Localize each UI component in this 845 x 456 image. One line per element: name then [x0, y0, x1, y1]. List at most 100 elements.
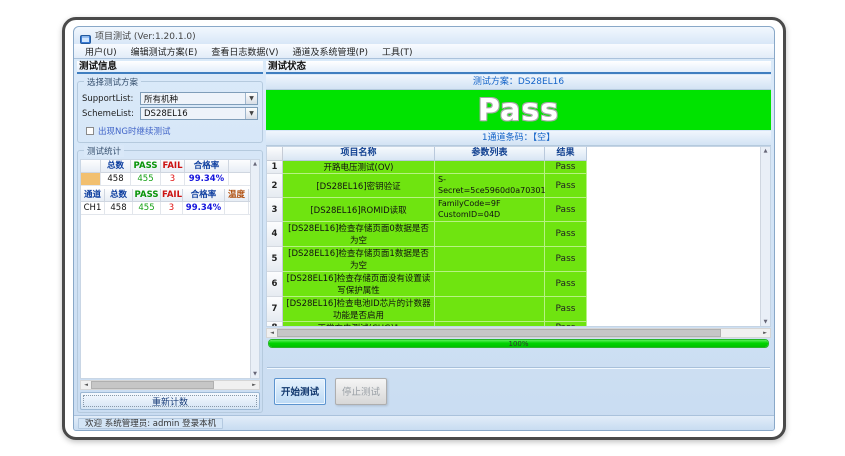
summary-pass: 455 — [131, 173, 161, 186]
test-info-panel: 测试信息 选择测试方案 SupportList: 所有机种 ▼ SchemeLi… — [77, 61, 263, 413]
schemelist-row: SchemeList: DS28EL16 ▼ — [82, 107, 258, 120]
stop-test-button: 停止测试 — [335, 378, 387, 405]
summary-rate: 99.34% — [185, 173, 229, 186]
item-name: [DS28EL16]检查电池ID芯片的计数器功能是否启用 — [283, 297, 435, 322]
channel-name: CH1 — [81, 202, 105, 215]
stats-hscroll-thumb[interactable] — [91, 381, 214, 389]
test-info-header: 测试信息 — [77, 61, 263, 74]
channel-total: 458 — [105, 202, 133, 215]
scroll-right-icon[interactable]: ► — [249, 382, 259, 388]
test-stats-group: 测试统计 总数 PASS FAIL 合格率 — [77, 150, 263, 413]
summary-total: 458 — [101, 173, 131, 186]
app-icon — [80, 30, 91, 41]
stats-hscroll-track[interactable] — [91, 381, 249, 389]
status-bar: 欢迎 系统管理员: admin 登录本机 — [74, 415, 774, 430]
item-result: Pass — [545, 272, 587, 297]
results-hscroll-thumb[interactable] — [277, 329, 721, 337]
stats-group-title: 测试统计 — [84, 145, 124, 157]
menu-view-logs[interactable]: 查看日志数据(V) — [204, 45, 285, 58]
table-row[interactable]: 8 正常充电测试(CHG)1 Pass — [267, 322, 760, 327]
summary-header-total: 总数 — [101, 160, 131, 173]
schemelist-dropdown[interactable]: DS28EL16 ▼ — [140, 107, 258, 120]
results-hscroll-track[interactable] — [277, 329, 760, 337]
results-header-params: 参数列表 — [435, 147, 545, 161]
results-horizontal-scrollbar[interactable]: ◄ ► — [266, 328, 771, 338]
progress-bar: 100% — [268, 339, 769, 348]
results-vertical-scrollbar[interactable]: ▲ ▼ — [760, 147, 770, 326]
table-row[interactable]: 2 [DS28EL16]密钥验证 S-Secret=5ce5960d0a7030… — [267, 174, 760, 198]
menu-channel-system[interactable]: 通道及系统管理(P) — [286, 45, 375, 58]
supportlist-dropdown[interactable]: 所有机种 ▼ — [140, 92, 258, 105]
item-name: [DS28EL16]检查存储页面没有设置读写保护属性 — [283, 272, 435, 297]
item-result: Pass — [545, 247, 587, 272]
results-table-area: 项目名称 参数列表 结果 1 开路电压测试(OV) Pass 2 [ — [266, 146, 771, 327]
schemelist-value: DS28EL16 — [141, 109, 245, 119]
channel-header-pass: PASS — [133, 189, 161, 202]
item-result: Pass — [545, 161, 587, 174]
row-number: 7 — [267, 297, 283, 322]
menu-edit-scheme[interactable]: 编辑测试方案(E) — [124, 45, 205, 58]
channel-temp — [225, 202, 249, 215]
channel-header-row: 通道 总数 PASS FAIL 合格率 温度 上次 — [81, 189, 259, 202]
test-status-header: 测试状态 — [266, 61, 771, 74]
scroll-left-icon[interactable]: ◄ — [267, 330, 277, 336]
results-header-name: 项目名称 — [283, 147, 435, 161]
screenshot-stage: 项目测试 (Ver:1.20.1.0) 用户(U) 编辑测试方案(E) 查看日志… — [0, 0, 845, 456]
menu-user[interactable]: 用户(U) — [78, 45, 124, 58]
item-result: Pass — [545, 174, 587, 198]
app-window: 项目测试 (Ver:1.20.1.0) 用户(U) 编辑测试方案(E) 查看日志… — [73, 26, 775, 431]
scroll-right-icon[interactable]: ► — [760, 330, 770, 336]
supportlist-row: SupportList: 所有机种 ▼ — [82, 92, 258, 105]
item-params: S-Secret=5ce5960d0a70301bb977 — [435, 174, 545, 198]
continue-on-ng-checkbox[interactable] — [86, 127, 94, 135]
summary-header-pass: PASS — [131, 160, 161, 173]
table-row[interactable]: 4 [DS28EL16]检查存储页面0数据是否为空 Pass — [267, 222, 760, 247]
stats-vertical-scrollbar[interactable]: ▲ ▼ — [250, 160, 259, 378]
table-row[interactable]: 5 [DS28EL16]检查存储页面1数据是否为空 Pass — [267, 247, 760, 272]
action-button-row: 开始测试 停止测试 — [266, 369, 771, 413]
summary-header-fail: FAIL — [161, 160, 185, 173]
schemelist-label: SchemeList: — [82, 109, 140, 119]
channel-data-row[interactable]: CH1 458 455 3 99.34% — [81, 202, 259, 215]
row-number: 8 — [267, 322, 283, 327]
item-params — [435, 272, 545, 297]
stats-horizontal-scrollbar[interactable]: ◄ ► — [80, 380, 260, 390]
progress-label: 100% — [269, 340, 768, 347]
reset-count-button[interactable]: 重新计数 — [80, 392, 260, 410]
row-number: 4 — [267, 222, 283, 247]
row-number: 5 — [267, 247, 283, 272]
row-number: 3 — [267, 198, 283, 222]
menu-bar: 用户(U) 编辑测试方案(E) 查看日志数据(V) 通道及系统管理(P) 工具(… — [74, 44, 774, 59]
results-header-result: 结果 — [545, 147, 587, 161]
scroll-down-icon[interactable]: ▼ — [764, 319, 768, 325]
scheme-select-group: 选择测试方案 SupportList: 所有机种 ▼ SchemeList: D — [77, 81, 263, 143]
result-banner: Pass — [266, 90, 771, 130]
chevron-down-icon[interactable]: ▼ — [245, 108, 257, 119]
table-row[interactable]: 3 [DS28EL16]ROMID读取 FamilyCode=9F Custom… — [267, 198, 760, 222]
summary-header-rate: 合格率 — [185, 160, 229, 173]
channel-header-total: 总数 — [105, 189, 133, 202]
menu-tools[interactable]: 工具(T) — [375, 45, 420, 58]
scroll-left-icon[interactable]: ◄ — [81, 382, 91, 388]
summary-header-blank — [81, 160, 101, 173]
scroll-up-icon[interactable]: ▲ — [253, 161, 257, 167]
start-test-button[interactable]: 开始测试 — [274, 378, 326, 405]
result-banner-text: Pass — [478, 93, 559, 128]
chevron-down-icon[interactable]: ▼ — [245, 93, 257, 104]
item-params — [435, 222, 545, 247]
scroll-up-icon[interactable]: ▲ — [764, 148, 768, 154]
scheme-group-title: 选择测试方案 — [84, 76, 141, 88]
row-number: 2 — [267, 174, 283, 198]
test-status-panel: 测试状态 测试方案：DS28EL16 Pass 1通道条码：【空】 项目名称 参… — [266, 61, 771, 413]
item-name: 开路电压测试(OV) — [283, 161, 435, 174]
channel-fail: 3 — [161, 202, 183, 215]
table-row[interactable]: 1 开路电压测试(OV) Pass — [267, 161, 760, 174]
results-header-row: 项目名称 参数列表 结果 — [267, 147, 760, 161]
scroll-down-icon[interactable]: ▼ — [253, 371, 257, 377]
table-row[interactable]: 7 [DS28EL16]检查电池ID芯片的计数器功能是否启用 Pass — [267, 297, 760, 322]
row-number: 6 — [267, 272, 283, 297]
table-row[interactable]: 6 [DS28EL16]检查存储页面没有设置读写保护属性 Pass — [267, 272, 760, 297]
item-result: Pass — [545, 198, 587, 222]
window-title: 项目测试 (Ver:1.20.1.0) — [95, 29, 196, 42]
summary-data-row[interactable]: 458 455 3 99.34% — [81, 173, 259, 186]
